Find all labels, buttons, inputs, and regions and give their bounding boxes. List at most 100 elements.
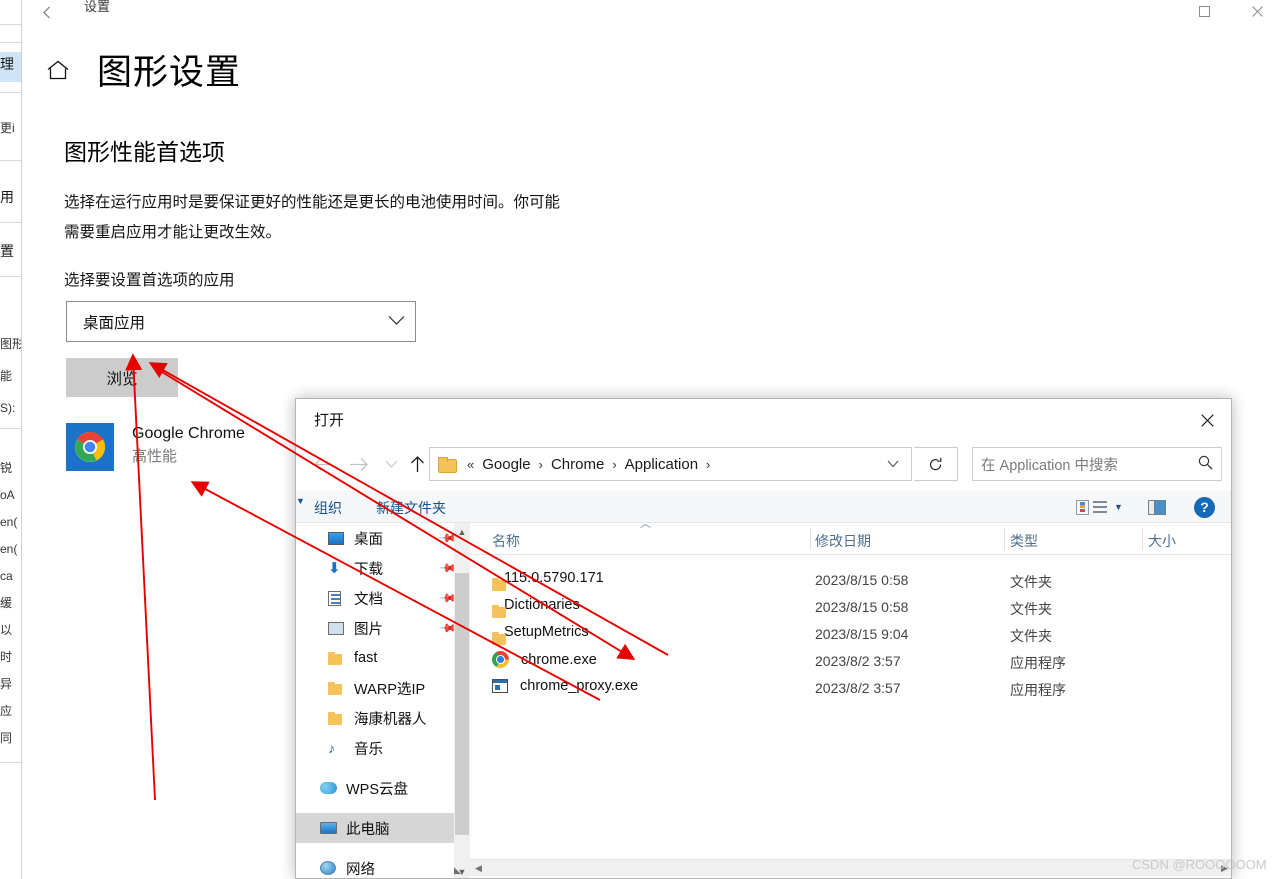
bg-fragment: oA xyxy=(0,488,15,502)
close-icon[interactable] xyxy=(1240,0,1274,22)
nav-item-hikrobot[interactable]: 海康机器人 xyxy=(296,703,468,733)
folder-icon xyxy=(328,650,346,666)
table-row[interactable]: 115.0.5790.171 2023/8/15 0:58 文件夹 xyxy=(470,567,1231,594)
nav-item-pictures[interactable]: 图片 📌 xyxy=(296,613,468,643)
column-header-name[interactable]: 名称 xyxy=(492,531,520,551)
file-date-cell: 2023/8/2 3:57 xyxy=(815,680,901,696)
table-row[interactable]: Dictionaries 2023/8/15 0:58 文件夹 xyxy=(470,594,1231,621)
column-header-date[interactable]: 修改日期 xyxy=(815,531,871,551)
table-row[interactable]: chrome_proxy.exe 2023/8/2 3:57 应用程序 1,13… xyxy=(470,675,1231,702)
file-date-cell: 2023/8/2 3:57 xyxy=(815,653,901,669)
app-entry[interactable]: Google Chrome 高性能 xyxy=(66,423,245,471)
file-type-cell: 文件夹 xyxy=(1010,628,1052,644)
file-name-cell[interactable]: chrome.exe xyxy=(492,651,597,668)
file-list-header: 名称 ︿ 修改日期 类型 大小 xyxy=(470,518,1231,555)
section-description: 选择在运行应用时是要保证更好的性能还是更长的电池使用时间。你可能 需要重启应用才… xyxy=(64,188,674,248)
nav-item-label: 此电脑 xyxy=(346,821,390,838)
folder-icon xyxy=(328,680,346,696)
nav-item-documents[interactable]: 文档 📌 xyxy=(296,583,468,613)
section-heading: 图形性能首选项 xyxy=(64,139,225,165)
network-icon xyxy=(320,860,338,876)
desktop-icon xyxy=(328,530,346,546)
bg-fragment: 应 xyxy=(0,704,13,718)
help-glyph: ? xyxy=(1194,496,1215,518)
chrome-icon xyxy=(66,423,114,471)
file-name-cell[interactable]: 115.0.5790.171 xyxy=(492,570,604,586)
documents-icon xyxy=(328,590,346,606)
organize-menu[interactable]: 组织 xyxy=(314,498,342,518)
column-header-size[interactable]: 大小 xyxy=(1148,531,1176,551)
bg-fragment: 理 xyxy=(0,56,14,72)
resize-grip-icon[interactable]: ◣ xyxy=(454,865,461,876)
caret-down-icon[interactable]: ▼ xyxy=(1114,502,1123,512)
chevron-down-icon[interactable] xyxy=(887,457,905,471)
search-input[interactable]: 在 Application 中搜索 xyxy=(972,447,1222,481)
this-pc-icon xyxy=(320,820,338,836)
nav-item-label: WARP选IP xyxy=(354,681,426,698)
file-type-cell: 文件夹 xyxy=(1010,601,1052,617)
navigation-pane[interactable]: 桌面 📌 ⬇ 下载 📌 文档 📌 图片 📌 fast WARP选IP 海康机器人… xyxy=(296,523,469,878)
column-header-type[interactable]: 类型 xyxy=(1010,531,1038,551)
nav-item-fast[interactable]: fast xyxy=(296,643,468,673)
nav-item-label: 桌面 xyxy=(354,531,383,548)
cloud-icon xyxy=(320,780,338,796)
nav-item-wps-cloud[interactable]: WPS云盘 xyxy=(296,773,468,803)
chevron-right-icon[interactable]: › xyxy=(607,457,621,472)
background-window-sliver[interactable]: 理 更i 用 置 图形 能 S): 锐 oA en( en( ca 缓 以 时 … xyxy=(0,0,22,879)
file-name-cell[interactable]: SetupMetrics xyxy=(492,624,589,640)
nav-item-music[interactable]: ♪ 音乐 xyxy=(296,733,468,763)
help-icon[interactable]: ? xyxy=(1194,496,1215,518)
breadcrumb-item-chrome[interactable]: Chrome xyxy=(548,456,607,473)
nav-item-label: 音乐 xyxy=(354,741,383,758)
arrow-right-icon[interactable] xyxy=(344,447,374,481)
bg-fragment: 用 xyxy=(0,189,14,205)
music-icon: ♪ xyxy=(328,740,335,756)
file-list-horizontal-scrollbar[interactable]: ◀ ▶ xyxy=(470,859,1231,876)
nav-item-warp[interactable]: WARP选IP xyxy=(296,673,468,703)
arrow-up-icon[interactable] xyxy=(402,447,432,481)
table-row[interactable]: chrome.exe 2023/8/2 3:57 应用程序 3,144 xyxy=(470,648,1231,675)
file-name-cell[interactable]: Dictionaries xyxy=(492,597,580,613)
back-arrow-icon[interactable] xyxy=(34,0,60,24)
nav-item-network[interactable]: 网络 xyxy=(296,853,468,878)
maximize-icon[interactable] xyxy=(1187,0,1221,22)
caret-down-icon[interactable]: ▼ xyxy=(296,496,305,506)
nav-item-this-pc[interactable]: 此电脑 xyxy=(296,813,468,843)
chevron-up-icon[interactable]: ▲ xyxy=(454,523,470,540)
view-options-icon[interactable]: ▼ xyxy=(1076,496,1123,518)
file-date-cell: 2023/8/15 9:04 xyxy=(815,626,909,642)
chevron-right-icon[interactable]: › xyxy=(701,457,715,472)
bg-fragment: en( xyxy=(0,515,18,529)
chevron-right-icon[interactable]: › xyxy=(534,457,548,472)
refresh-button[interactable] xyxy=(914,447,958,481)
nav-item-desktop[interactable]: 桌面 📌 xyxy=(296,523,468,553)
bg-fragment: en( xyxy=(0,542,18,556)
folder-icon xyxy=(328,710,346,726)
address-breadcrumb[interactable]: « Google › Chrome › Application › xyxy=(429,447,912,481)
navigation-pane-scrollbar[interactable]: ▲ ▼ xyxy=(454,523,470,878)
file-list[interactable]: 名称 ︿ 修改日期 类型 大小 115.0.5790.171 2023/8/15… xyxy=(470,518,1231,878)
app-picker-dropdown[interactable]: 桌面应用 xyxy=(66,301,416,342)
description-line-2: 需要重启应用才能让更改生效。 xyxy=(64,224,282,241)
downloads-icon: ⬇ xyxy=(328,559,341,577)
arrow-left-icon[interactable] xyxy=(308,447,338,481)
close-icon[interactable] xyxy=(1189,405,1225,435)
browse-button[interactable]: 浏览 xyxy=(66,358,178,397)
chevron-left-icon[interactable]: ◀ xyxy=(470,860,487,876)
nav-item-label: 海康机器人 xyxy=(354,711,427,728)
file-name-label: SetupMetrics xyxy=(504,624,589,640)
caret-up-icon: ︿ xyxy=(640,518,651,530)
search-icon xyxy=(1198,455,1213,473)
breadcrumb-item-google[interactable]: Google xyxy=(479,456,533,473)
app-entry-status: 高性能 xyxy=(132,448,178,465)
home-icon[interactable] xyxy=(41,53,75,87)
file-type-cell: 应用程序 xyxy=(1010,655,1066,671)
breadcrumb-item-application[interactable]: Application xyxy=(622,456,701,473)
table-row[interactable]: SetupMetrics 2023/8/15 9:04 文件夹 xyxy=(470,621,1231,648)
preview-pane-icon[interactable] xyxy=(1148,496,1166,518)
nav-item-downloads[interactable]: ⬇ 下载 📌 xyxy=(296,553,468,583)
file-name-cell[interactable]: chrome_proxy.exe xyxy=(492,678,638,694)
scrollbar-thumb[interactable] xyxy=(455,573,469,835)
new-folder-button[interactable]: 新建文件夹 xyxy=(376,498,446,518)
file-name-label: chrome.exe xyxy=(521,651,597,668)
